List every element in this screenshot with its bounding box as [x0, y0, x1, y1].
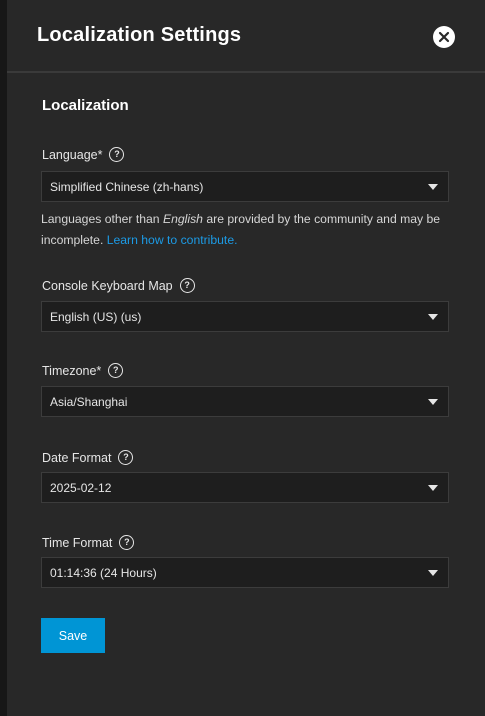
keyboard-map-select[interactable]: English (US) (us): [41, 301, 449, 332]
timezone-select[interactable]: Asia/Shanghai: [41, 386, 449, 417]
chevron-down-icon: [428, 399, 438, 405]
language-select-value: Simplified Chinese (zh-hans): [50, 180, 204, 194]
localization-settings-panel: Localization Settings Localization Langu…: [7, 0, 485, 716]
save-button[interactable]: Save: [41, 618, 105, 653]
help-icon[interactable]: ?: [119, 535, 135, 550]
timezone-label: Timezone*: [42, 363, 102, 378]
background-strip: [0, 0, 7, 716]
panel-header: Localization Settings: [7, 0, 485, 73]
keyboard-map-label-row: Console Keyboard Map ?: [42, 278, 195, 293]
panel-title: Localization Settings: [37, 24, 242, 46]
language-label-row: Language* ?: [42, 147, 125, 162]
date-format-select-value: 2025-02-12: [50, 481, 112, 495]
help-icon[interactable]: ?: [108, 363, 124, 378]
time-format-select[interactable]: 01:14:36 (24 Hours): [41, 557, 449, 588]
close-icon: [438, 31, 450, 43]
time-format-label: Time Format: [42, 535, 113, 550]
chevron-down-icon: [428, 314, 438, 320]
hint-text-prefix: Languages other than: [41, 212, 163, 226]
timezone-select-value: Asia/Shanghai: [50, 395, 128, 409]
keyboard-map-label: Console Keyboard Map: [42, 278, 173, 293]
contribute-link[interactable]: Learn how to contribute.: [107, 233, 238, 247]
time-format-select-value: 01:14:36 (24 Hours): [50, 566, 157, 580]
language-hint: Languages other than English are provide…: [41, 209, 451, 251]
language-label: Language*: [42, 147, 103, 162]
help-icon[interactable]: ?: [109, 147, 125, 162]
keyboard-map-select-value: English (US) (us): [50, 310, 142, 324]
hint-text-emphasis: English: [162, 212, 203, 226]
chevron-down-icon: [428, 485, 438, 491]
help-icon[interactable]: ?: [179, 278, 195, 293]
time-format-label-row: Time Format ?: [42, 535, 135, 550]
timezone-label-row: Timezone* ?: [42, 363, 124, 378]
help-icon[interactable]: ?: [118, 450, 134, 465]
date-format-select[interactable]: 2025-02-12: [41, 472, 449, 503]
language-select[interactable]: Simplified Chinese (zh-hans): [41, 171, 449, 202]
date-format-label-row: Date Format ?: [42, 450, 134, 465]
section-title: Localization: [42, 97, 129, 114]
date-format-label: Date Format: [42, 450, 112, 465]
chevron-down-icon: [428, 184, 438, 190]
close-button[interactable]: [433, 26, 455, 48]
chevron-down-icon: [428, 570, 438, 576]
